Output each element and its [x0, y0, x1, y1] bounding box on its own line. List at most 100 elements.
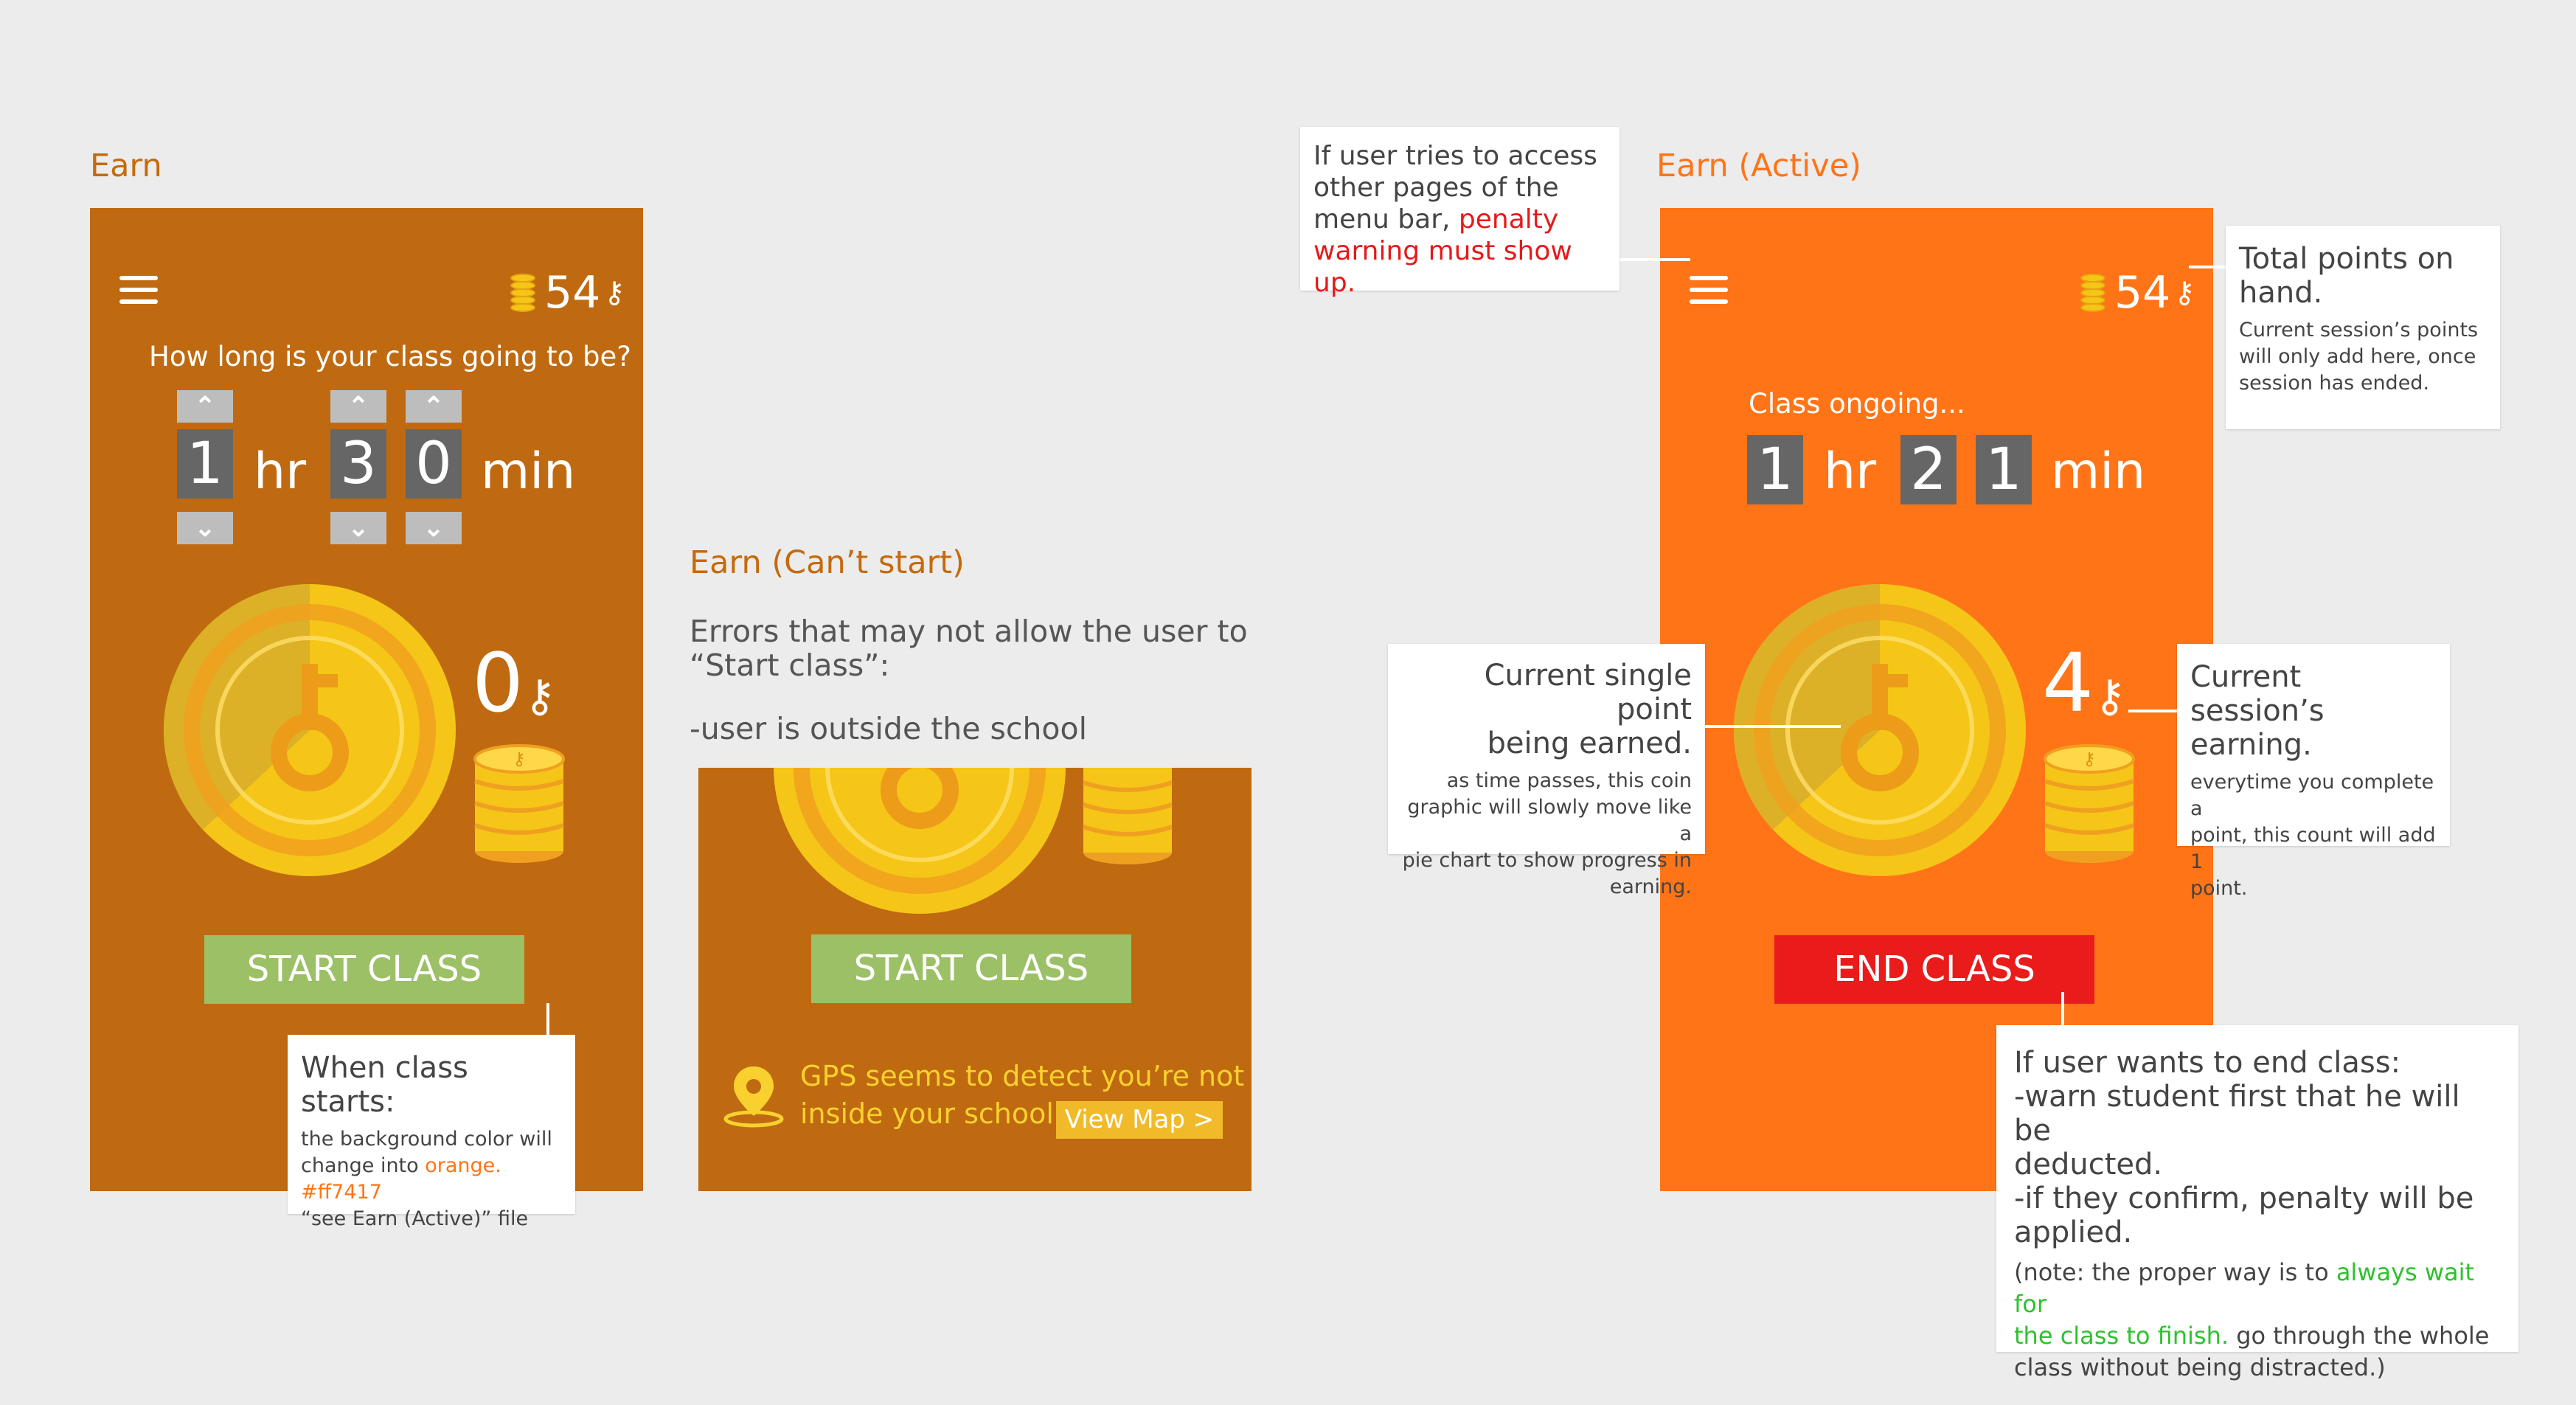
- coin-progress-icon: [163, 583, 456, 876]
- hours-unit: hr: [1824, 443, 1877, 501]
- min-unit: min: [481, 443, 576, 501]
- connector-line: [2189, 266, 2226, 268]
- start-class-button[interactable]: START CLASS: [811, 934, 1131, 1003]
- note-total-points: Total points on hand. Current session’s …: [2226, 226, 2500, 429]
- key-icon: ⚷: [603, 276, 625, 310]
- note-highlight: penalty: [1458, 204, 1559, 235]
- description-line: “Start class”:: [690, 648, 890, 683]
- min-ones-down-button[interactable]: ⌄: [406, 512, 462, 544]
- min-ones-up-button[interactable]: ⌃: [406, 390, 462, 423]
- connector-line: [1619, 258, 1690, 261]
- coin-stack-icon: [1083, 768, 1173, 864]
- note-line: session has ended.: [2239, 372, 2430, 395]
- gps-warning-line: GPS seems to detect you’re not: [800, 1060, 1245, 1092]
- session-points: 4⚷: [2042, 636, 2126, 730]
- total-points: 54 ⚷: [2080, 267, 2195, 319]
- note-line: the background color will: [301, 1128, 552, 1151]
- location-pin-icon: [723, 1066, 784, 1128]
- note-line: will only add here, once: [2239, 345, 2476, 368]
- key-icon: ⚷: [2094, 670, 2126, 722]
- min-tens-digit: 2: [1900, 435, 1957, 504]
- note-line: “see Earn (Active)” file: [301, 1207, 529, 1230]
- description-line: Errors that may not allow the user to: [690, 614, 1248, 649]
- hours-digit: 1: [1747, 435, 1803, 504]
- note-line: deducted.: [2014, 1148, 2163, 1182]
- menu-icon[interactable]: [1690, 276, 1728, 304]
- note-line: change into: [301, 1154, 426, 1177]
- coin-stack-icon: [2080, 274, 2105, 312]
- session-points-value: 4: [2042, 636, 2094, 730]
- hours-up-button[interactable]: ⌃: [177, 390, 233, 423]
- end-class-button[interactable]: END CLASS: [1774, 935, 2094, 1004]
- note-heading: Current session’s: [2190, 660, 2325, 728]
- session-points: 0⚷: [472, 636, 556, 730]
- note-line: point, this count will add 1: [2190, 824, 2436, 873]
- class-status: Class ongoing...: [1749, 388, 1965, 420]
- note-line: If user tries to access: [1313, 141, 1597, 171]
- session-points-value: 0: [472, 636, 524, 730]
- note-highlight: the class to finish.: [2014, 1322, 2229, 1350]
- min-unit: min: [2051, 443, 2146, 501]
- view-map-link[interactable]: View Map >: [1056, 1101, 1223, 1139]
- note-end-class: If user wants to end class: -warn studen…: [1996, 1025, 2518, 1381]
- note-heading: being earned.: [1487, 726, 1693, 760]
- note-line: other pages of the: [1313, 173, 1559, 203]
- min-tens-up-button[interactable]: ⌃: [330, 390, 386, 423]
- note-line: earning.: [1609, 875, 1692, 898]
- note-heading: earning.: [2190, 728, 2312, 762]
- note-line: (note: the proper way is to: [2014, 1258, 2336, 1286]
- note-heading: hand.: [2239, 276, 2323, 310]
- earn-title: Earn: [90, 148, 162, 184]
- duration-question: How long is your class going to be?: [149, 341, 631, 372]
- note-line: everytime you complete a: [2190, 771, 2434, 820]
- key-icon: ⚷: [524, 670, 556, 722]
- cant-start-description: Errors that may not allow the user to “S…: [690, 614, 1248, 746]
- note-highlight: warning must show up.: [1313, 236, 1572, 298]
- note-line: -warn student first that he will be: [2014, 1080, 2460, 1148]
- connector-line: [2128, 710, 2181, 712]
- min-ones-digit: 1: [1976, 435, 2032, 504]
- note-line: point.: [2190, 877, 2248, 900]
- note-line: class without being distracted.): [2014, 1353, 2386, 1381]
- total-points-value: 54: [2114, 267, 2171, 319]
- note-penalty: If user tries to access other pages of t…: [1300, 127, 1619, 298]
- hours-digit: 1: [177, 429, 233, 499]
- note-single-point: Current single point being earned. as ti…: [1388, 644, 1705, 898]
- note-line: graphic will slowly move like a: [1407, 796, 1692, 845]
- description-line: -user is outside the school: [690, 711, 1087, 746]
- hours-down-button[interactable]: ⌄: [177, 512, 233, 544]
- note-line: menu bar,: [1313, 204, 1459, 235]
- cant-start-title: Earn (Can’t start): [690, 544, 965, 581]
- coin-progress-icon: [774, 768, 1066, 914]
- note-class-starts: When class starts: the background color …: [288, 1035, 575, 1230]
- key-icon: ⚷: [2173, 276, 2195, 310]
- start-class-button[interactable]: START CLASS: [204, 935, 524, 1004]
- note-line: -if they confirm, penalty will be: [2014, 1182, 2474, 1215]
- cant-start-screen: START CLASS GPS seems to detect you’re n…: [698, 768, 1251, 1191]
- min-tens-digit: 3: [330, 429, 386, 499]
- note-line: as time passes, this coin: [1446, 769, 1692, 792]
- note-line: go through the whole: [2229, 1322, 2490, 1350]
- coin-stack-icon: [510, 274, 535, 312]
- note-line: pie chart to show progress in: [1402, 849, 1692, 872]
- note-heading: Current single point: [1484, 659, 1692, 726]
- min-ones-digit: 0: [406, 429, 462, 499]
- min-tens-down-button[interactable]: ⌄: [330, 512, 386, 544]
- hours-unit: hr: [254, 443, 307, 501]
- note-line: Current session’s points: [2239, 319, 2479, 341]
- menu-icon[interactable]: [119, 276, 158, 304]
- connector-line: [1704, 725, 1841, 728]
- connector-line: [2061, 992, 2064, 1029]
- coin-stack-icon: ⚷: [473, 744, 565, 863]
- note-heading: Total points on: [2239, 242, 2454, 276]
- note-line: If user wants to end class:: [2014, 1046, 2401, 1080]
- total-points: 54 ⚷: [510, 267, 625, 319]
- svg-text:⚷: ⚷: [2083, 749, 2096, 769]
- note-session-earning: Current session’s earning. everytime you…: [2177, 644, 2450, 900]
- active-title: Earn (Active): [1656, 148, 1861, 184]
- note-heading: When class starts:: [301, 1051, 468, 1119]
- note-line: applied.: [2014, 1215, 2133, 1249]
- coin-stack-icon: ⚷: [2044, 744, 2135, 863]
- total-points-value: 54: [544, 267, 601, 319]
- svg-text:⚷: ⚷: [513, 749, 526, 769]
